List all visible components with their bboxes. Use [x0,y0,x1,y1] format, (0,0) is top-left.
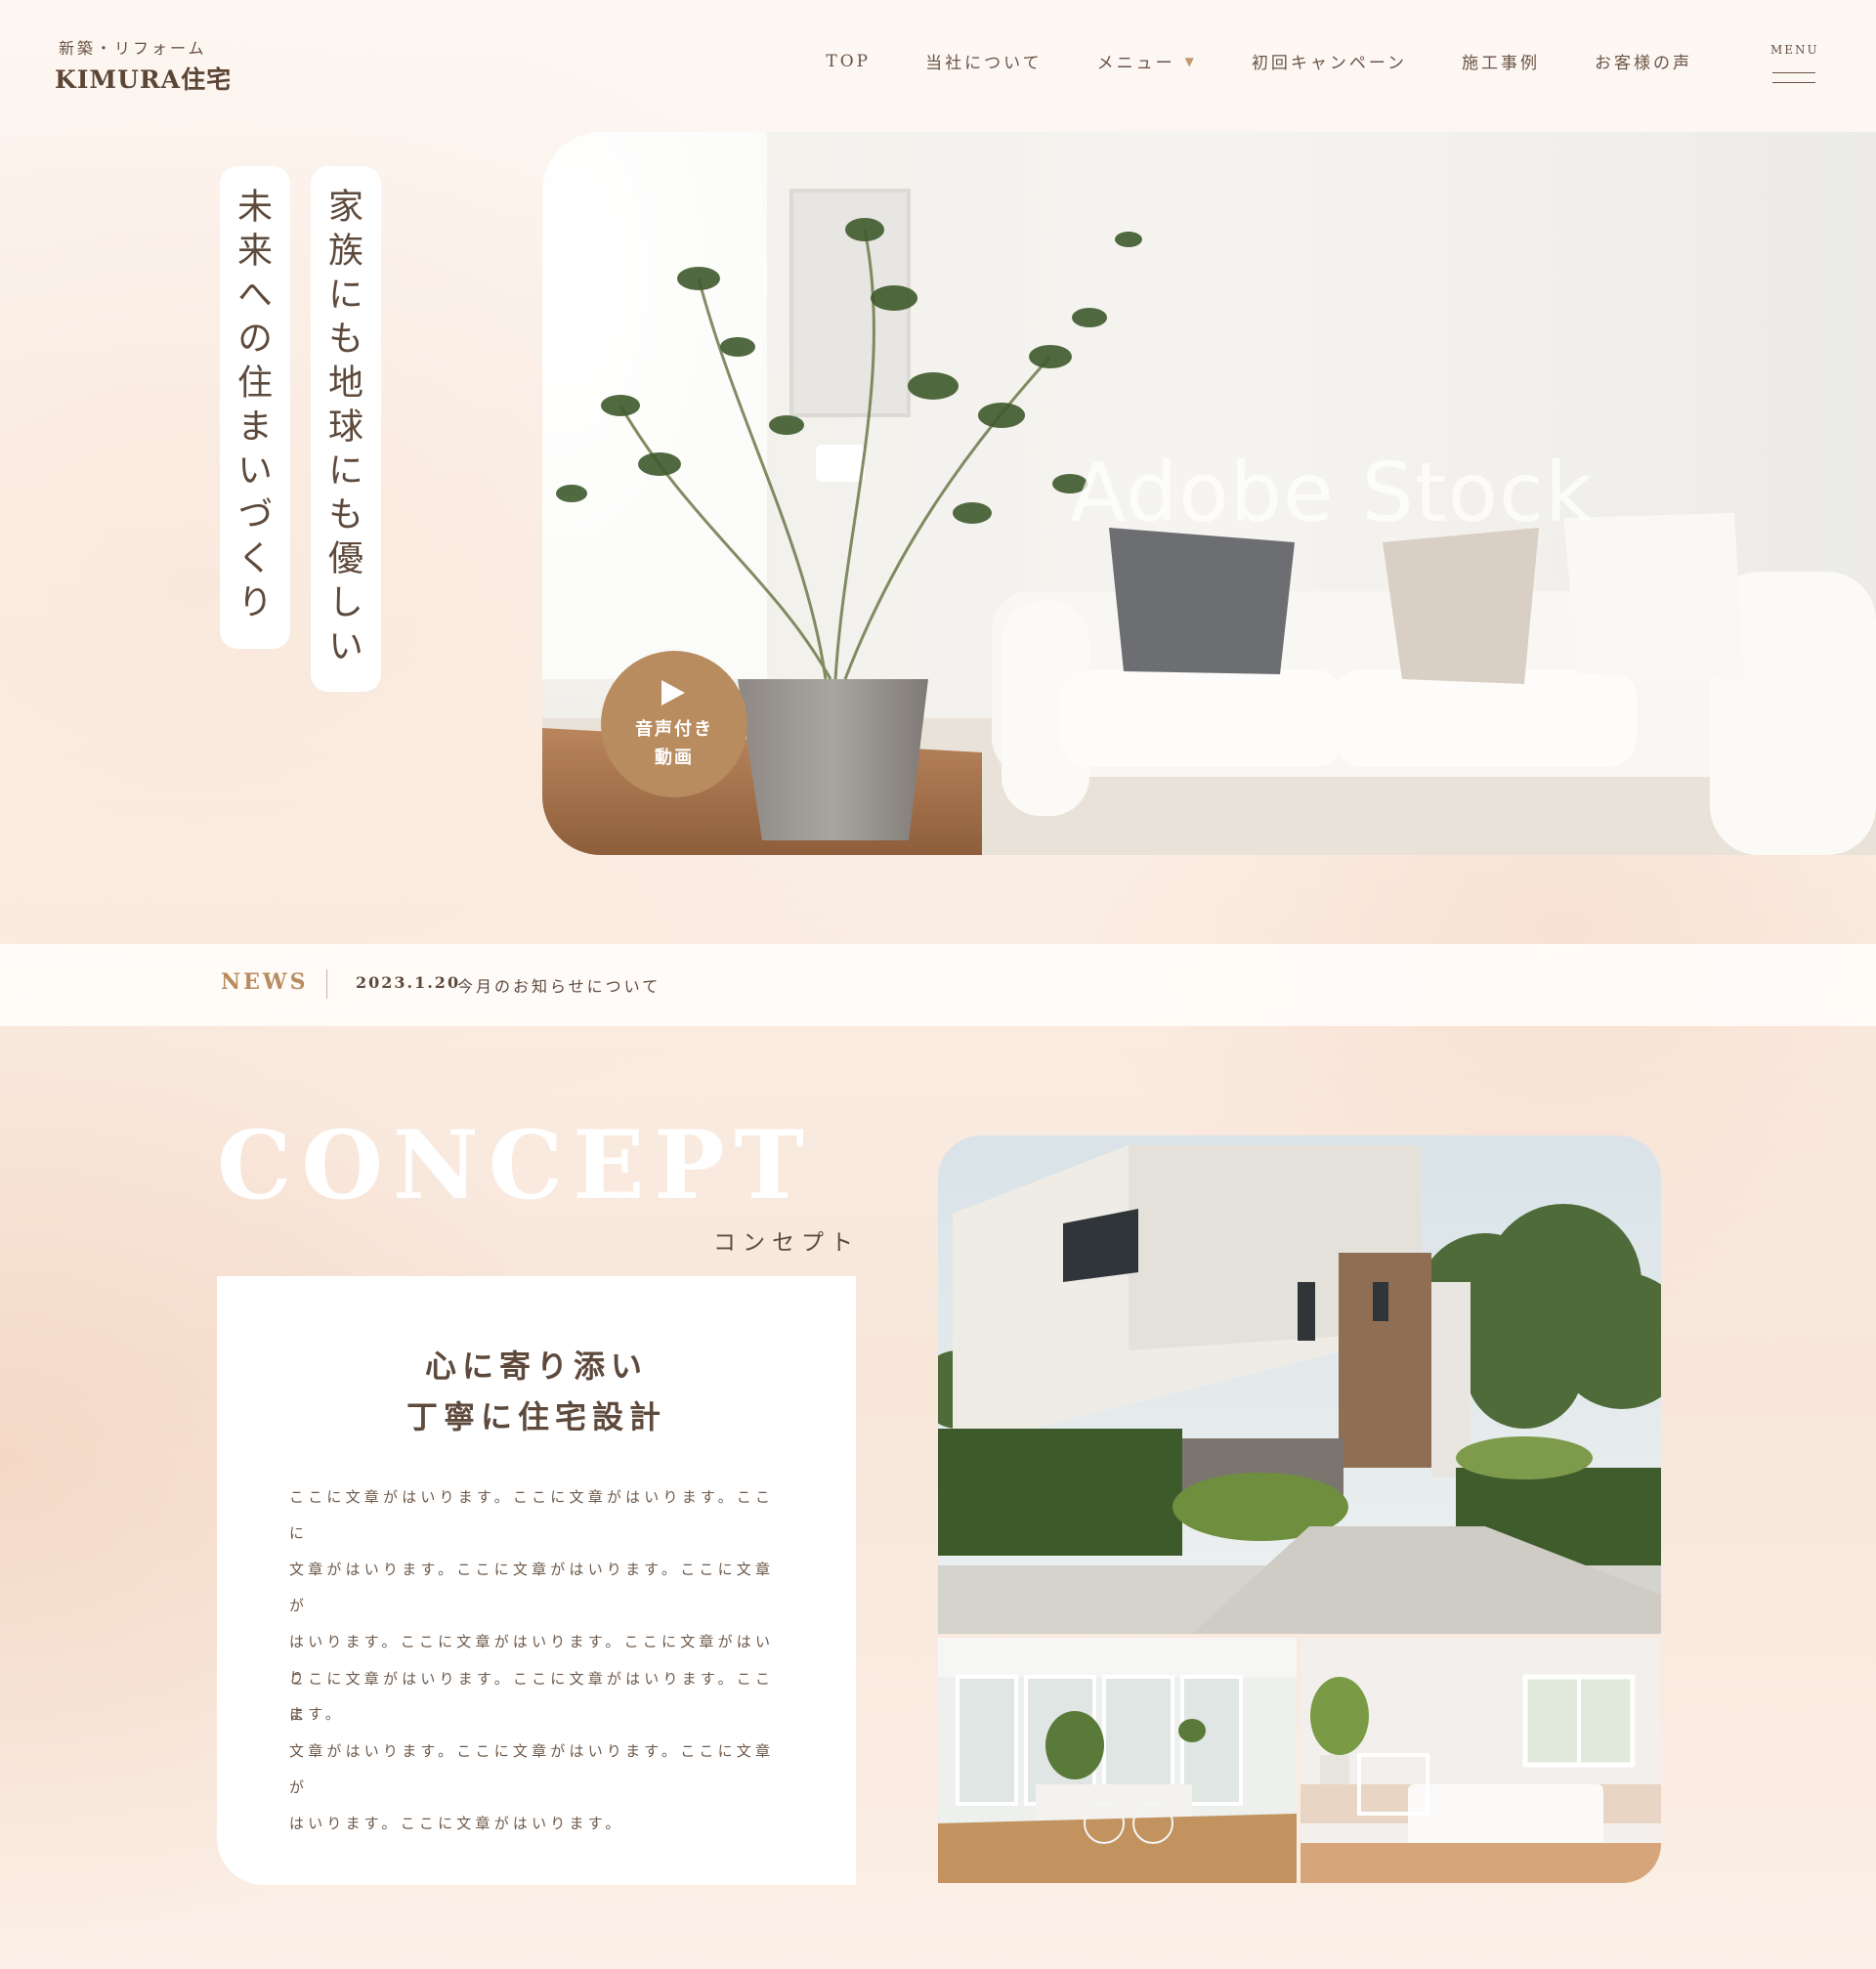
news-divider [326,969,327,999]
nav-item-label: TOP [826,51,872,71]
concept-heading-line1: 心に寄り添い [424,1348,648,1385]
bedroom-interior-photo [1300,1638,1661,1883]
hero-catchcopy-main: 家族にも地球にも優しい [311,166,381,692]
sunroom-interior-photo [938,1638,1297,1883]
triangle-down-icon: ▼ [1184,54,1197,68]
play-label-line2: 動画 [655,748,694,768]
section-title: CONCEPT [217,1110,814,1220]
news-link[interactable]: 今月のお知らせについて [457,973,661,997]
nav-item-label: 施工事例 [1462,54,1540,73]
nav-item-label: 当社について [925,54,1043,73]
menu-label: MENU [1770,43,1819,57]
section-subtitle: コンセプト [713,1230,860,1256]
play-button-label: 音声付き 動画 [601,715,747,772]
nav-item-label: お客様の声 [1595,54,1692,73]
concept-paragraph: ここに文章がはいります。ここに文章がはいります。ここに 文章がはいります。ここに… [289,1661,786,1842]
play-label-line1: 音声付き [635,719,713,740]
news-date: 2023.1.20 [356,973,461,992]
hamburger-icon-line [1772,82,1815,83]
nav-item-label: メニュー [1096,54,1175,73]
global-nav: TOP 当社について メニュー ▼ 初回キャンペーン 施工事例 お客様の声 [826,49,1692,74]
paragraph-line: はいります。ここに文章がはいります。 [289,1815,624,1832]
house-exterior-photo [938,1135,1661,1634]
paragraph-line: 文章がはいります。ここに文章がはいります。ここに文章が [289,1561,775,1614]
paragraph-line: ここに文章がはいります。ここに文章がはいります。ここに [289,1488,775,1542]
concept-heading: 心に寄り添い 丁寧に住宅設計 [217,1341,856,1442]
nav-item-campaign[interactable]: 初回キャンペーン [1252,49,1407,73]
site-logo[interactable]: KIMURA住宅 [55,61,232,96]
nav-item-works[interactable]: 施工事例 [1462,49,1540,73]
video-play-button[interactable]: 音声付き 動画 [601,651,747,797]
hamburger-icon [1772,72,1815,73]
logo-subtitle: 新築・リフォーム [59,39,207,58]
news-title: NEWS [221,969,309,995]
hero-catchcopy-sub: 未来への住まいづくり [220,166,290,649]
menu-button[interactable]: MENU [1770,43,1817,88]
paragraph-line: ここに文章がはいります。ここに文章がはいります。ここに [289,1670,775,1724]
nav-item-menu[interactable]: メニュー ▼ [1097,49,1197,73]
nav-item-label: 初回キャンペーン [1251,54,1407,73]
nav-item-voice[interactable]: お客様の声 [1595,49,1692,73]
paragraph-line: 文章がはいります。ここに文章がはいります。ここに文章が [289,1742,775,1796]
nav-item-top[interactable]: TOP [826,49,871,73]
nav-item-about[interactable]: 当社について [925,49,1043,73]
concept-heading-line2: 丁寧に住宅設計 [405,1398,666,1435]
watermark-text: Adobe Stock [1070,445,1594,540]
play-icon [661,680,685,706]
